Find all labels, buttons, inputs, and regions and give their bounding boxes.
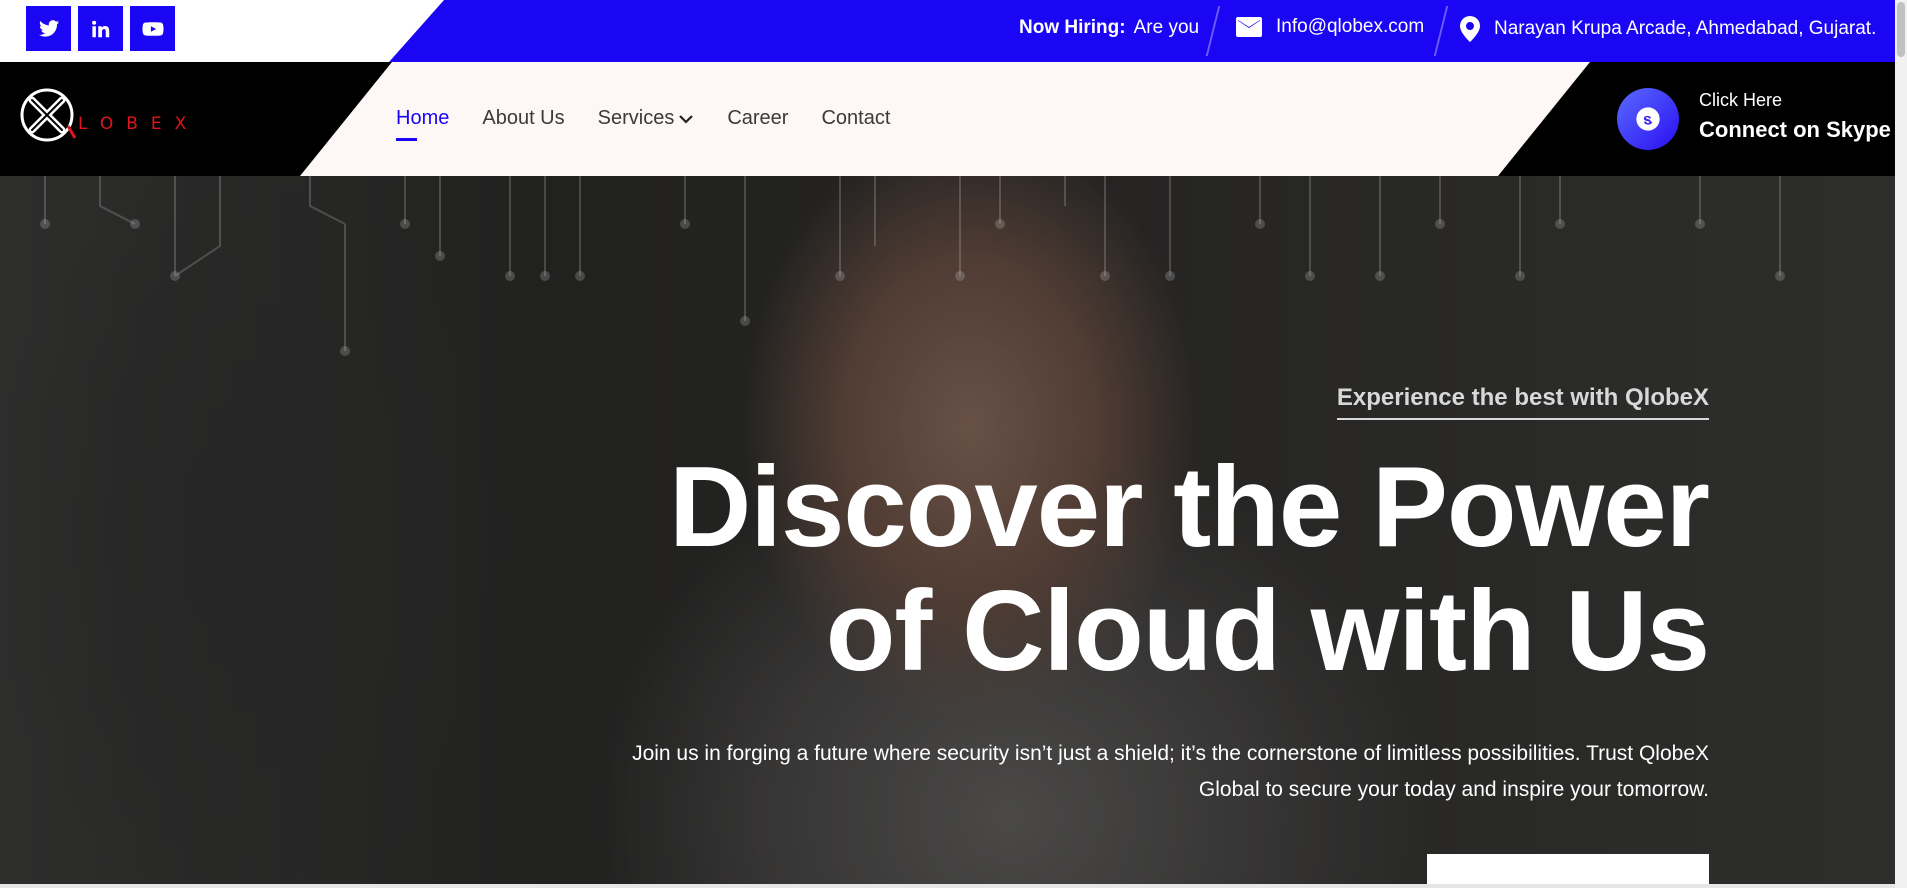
hero-section: Experience the best with QlobeX Discover… <box>0 176 1895 884</box>
nav-career[interactable]: Career <box>727 107 788 130</box>
now-hiring-ticker[interactable]: Now Hiring: Are you <box>1019 17 1201 43</box>
now-hiring-text: Are you <box>1133 17 1200 38</box>
hero-title-line-2: of Cloud with Us <box>825 568 1710 695</box>
nav-home[interactable]: Home <box>396 107 449 141</box>
hero-title-line-1: Discover the Power <box>668 444 1710 571</box>
scrollbar-thumb[interactable] <box>1897 2 1905 57</box>
hero-description: Join us in forging a future where securi… <box>632 742 1709 801</box>
envelope-icon <box>1236 17 1262 37</box>
hero-title: Discover the Power of Cloud with Us <box>509 444 1710 695</box>
address-link[interactable]: Narayan Krupa Arcade, Ahmedabad, Gujarat… <box>1460 16 1876 42</box>
site-logo[interactable]: LOBEX <box>18 86 199 144</box>
main-nav: Home About Us Services Career Contact <box>396 107 890 141</box>
nav-contact[interactable]: Contact <box>821 107 890 130</box>
nav-about-us[interactable]: About Us <box>482 107 564 130</box>
skype-connect-label[interactable]: Connect on Skype <box>1699 117 1891 143</box>
email-link[interactable]: Info@qlobex.com <box>1236 16 1424 38</box>
page-bottom-edge <box>0 884 1895 888</box>
scrollbar[interactable] <box>1895 0 1907 888</box>
twitter-icon <box>38 19 59 37</box>
address-text: Narayan Krupa Arcade, Ahmedabad, Gujarat… <box>1494 18 1877 39</box>
linkedin-button[interactable] <box>78 6 123 51</box>
youtube-icon <box>141 21 164 36</box>
skype-click-here[interactable]: Click Here <box>1699 90 1782 111</box>
hero-cta-button[interactable] <box>1427 854 1709 884</box>
skype-button[interactable] <box>1617 88 1679 150</box>
now-hiring-label: Now Hiring: <box>1019 17 1126 38</box>
youtube-button[interactable] <box>130 6 175 51</box>
nav-services[interactable]: Services <box>598 107 695 130</box>
twitter-button[interactable] <box>26 6 71 51</box>
circuit-lines-decoration <box>40 176 1785 356</box>
map-pin-icon <box>1460 16 1480 42</box>
linkedin-icon <box>91 20 109 37</box>
skype-icon <box>1636 107 1660 131</box>
hero-eyebrow: Experience the best with QlobeX <box>1336 384 1709 420</box>
email-text: Info@qlobex.com <box>1276 16 1425 37</box>
logo-text: LOBEX <box>78 114 200 134</box>
logo-mark-icon <box>20 88 76 142</box>
chevron-down-icon <box>679 114 694 124</box>
